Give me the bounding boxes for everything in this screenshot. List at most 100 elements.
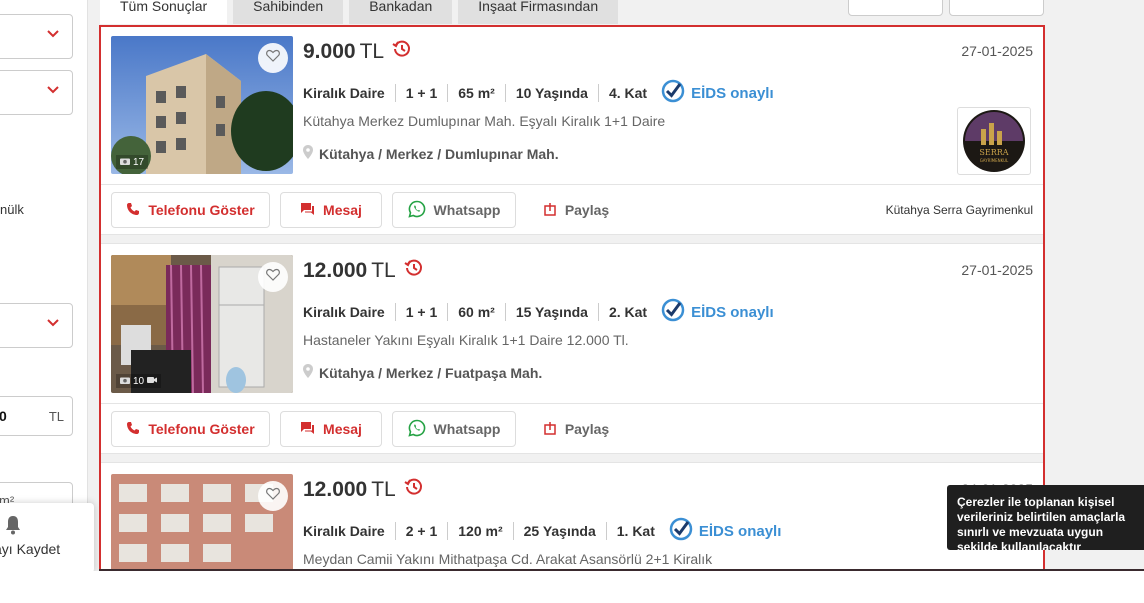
filter-label-fragment: nülk (0, 202, 24, 217)
save-search-button[interactable]: ayı Kaydet (0, 503, 94, 573)
listing-title[interactable]: Meydan Camii Yakını Mithatpaşa Cd. Araka… (303, 551, 712, 567)
attr-type: Kiralık Daire (303, 523, 385, 539)
tab-bank[interactable]: Bankadan (349, 0, 453, 24)
favorite-button[interactable] (258, 262, 288, 292)
card-divider (101, 184, 1043, 185)
page-bottom (0, 571, 1144, 603)
listing-date: 27-01-2025 (961, 43, 1033, 59)
price-currency: TL (371, 478, 396, 501)
heart-icon (266, 49, 280, 67)
heart-icon (266, 268, 280, 286)
price-amount: 9.000 (303, 40, 356, 63)
message-label: Mesaj (323, 421, 362, 437)
agency-logo[interactable]: SERRA GAYRİMENKUL (957, 107, 1031, 175)
camera-icon (120, 157, 130, 168)
results-list: 17 9.000 TL 27-01-2025 Kiralık Daire 1 +… (99, 25, 1045, 578)
listing-price: 9.000 TL (303, 39, 412, 65)
listing-price: 12.000 TL (303, 258, 424, 284)
favorite-button[interactable] (258, 43, 288, 73)
price-currency: TL (48, 409, 64, 424)
chevron-down-icon (46, 316, 60, 335)
cookie-notice: Çerezler ile toplanan kişisel verilerini… (947, 485, 1144, 550)
show-phone-label: Telefonu Göster (148, 421, 255, 437)
agency-logo-text: SERRA (979, 148, 1008, 157)
camera-icon (120, 376, 130, 387)
listing-page: nülk 0 TL m² ayı Kaydet Tüm Sonuçlar Sah… (0, 0, 1144, 603)
whatsapp-button[interactable]: Whatsapp (392, 411, 516, 447)
heart-icon (266, 487, 280, 505)
phone-icon (126, 202, 140, 219)
message-button[interactable]: Mesaj (280, 192, 382, 228)
share-icon (543, 202, 557, 219)
location-pin-icon (303, 364, 313, 381)
whatsapp-icon (407, 200, 426, 221)
listing-photo[interactable] (111, 474, 293, 576)
attr-age: 10 Yaşında (504, 84, 598, 102)
attr-age: 15 Yaşında (504, 303, 598, 321)
listing-title[interactable]: Hastaneler Yakını Eşyalı Kiralık 1+1 Dai… (303, 332, 629, 348)
listing-title[interactable]: Kütahya Merkez Dumlupınar Mah. Eşyalı Ki… (303, 113, 665, 129)
location-pin-icon (303, 145, 313, 162)
attr-age: 25 Yaşında (512, 522, 606, 540)
price-history-icon[interactable] (392, 39, 412, 65)
message-label: Mesaj (323, 202, 362, 218)
listing-card[interactable]: 10 12.000 TL 27-01-2025 Kiralık Daire 1 … (101, 246, 1043, 453)
price-value: 0 (0, 408, 7, 424)
whatsapp-label: Whatsapp (433, 421, 501, 437)
price-amount: 12.000 (303, 259, 368, 282)
message-icon (300, 202, 315, 219)
agency-name[interactable]: Kütahya Serra Gayrimenkul (886, 203, 1033, 217)
show-phone-button[interactable]: Telefonu Göster (111, 411, 270, 447)
video-icon (147, 376, 158, 387)
listing-photo[interactable]: 17 (111, 36, 293, 174)
listing-photo[interactable]: 10 (111, 255, 293, 393)
phone-icon (126, 421, 140, 438)
eids-label: EİDS onaylı (698, 522, 782, 540)
price-history-icon[interactable] (404, 477, 424, 503)
attr-floor: 2. Kat (597, 303, 657, 321)
listing-price: 12.000 TL (303, 477, 424, 503)
tab-all-results[interactable]: Tüm Sonuçlar (100, 0, 228, 24)
bell-icon (4, 515, 22, 540)
price-currency: TL (371, 259, 396, 282)
attr-rooms: 1 + 1 (394, 303, 448, 321)
show-phone-button[interactable]: Telefonu Göster (111, 192, 270, 228)
whatsapp-button[interactable]: Whatsapp (392, 192, 516, 228)
eids-badge: EİDS onaylı (669, 517, 782, 545)
eids-badge: EİDS onaylı (661, 298, 774, 326)
favorite-button[interactable] (258, 481, 288, 511)
share-button[interactable]: Paylaş (526, 411, 626, 447)
agency-logo-subtext: GAYRİMENKUL (980, 158, 1009, 163)
tab-owner[interactable]: Sahibinden (233, 0, 344, 24)
attr-rooms: 1 + 1 (394, 84, 448, 102)
listing-date: 27-01-2025 (961, 262, 1033, 278)
listing-card[interactable]: 12.000 TL 24-01-2025 Kiralık Daire 2 + 1… (101, 465, 1043, 576)
listing-location: Kütahya / Merkez / Fuatpaşa Mah. (303, 364, 542, 381)
save-search-label: ayı Kaydet (0, 541, 61, 557)
card-divider (101, 403, 1043, 404)
price-amount: 12.000 (303, 478, 368, 501)
top-action-button-1[interactable] (848, 0, 943, 16)
message-button[interactable]: Mesaj (280, 411, 382, 447)
attr-area: 120 m² (447, 522, 512, 540)
chevron-down-icon (46, 27, 60, 46)
filter-select-1[interactable] (0, 14, 73, 59)
location-text: Kütahya / Merkez / Dumlupınar Mah. (319, 145, 559, 162)
tab-construction[interactable]: İnşaat Firmasından (458, 0, 619, 24)
price-history-icon[interactable] (404, 258, 424, 284)
filter-select-3[interactable] (0, 303, 73, 348)
attr-rooms: 2 + 1 (394, 522, 448, 540)
show-phone-label: Telefonu Göster (148, 202, 255, 218)
share-label: Paylaş (564, 202, 610, 218)
share-button[interactable]: Paylaş (526, 192, 626, 228)
attr-area: 65 m² (447, 84, 505, 102)
top-action-button-2[interactable] (949, 0, 1044, 16)
listing-attributes: Kiralık Daire 1 + 1 65 m² 10 Yaşında 4. … (303, 79, 774, 107)
photo-count: 10 (116, 374, 162, 388)
verified-check-icon (661, 298, 685, 326)
filter-select-2[interactable] (0, 70, 73, 115)
listing-card[interactable]: 17 9.000 TL 27-01-2025 Kiralık Daire 1 +… (101, 27, 1043, 234)
price-max-input[interactable]: 0 TL (0, 396, 73, 436)
attr-area: 60 m² (447, 303, 505, 321)
eids-label: EİDS onaylı (691, 303, 774, 321)
